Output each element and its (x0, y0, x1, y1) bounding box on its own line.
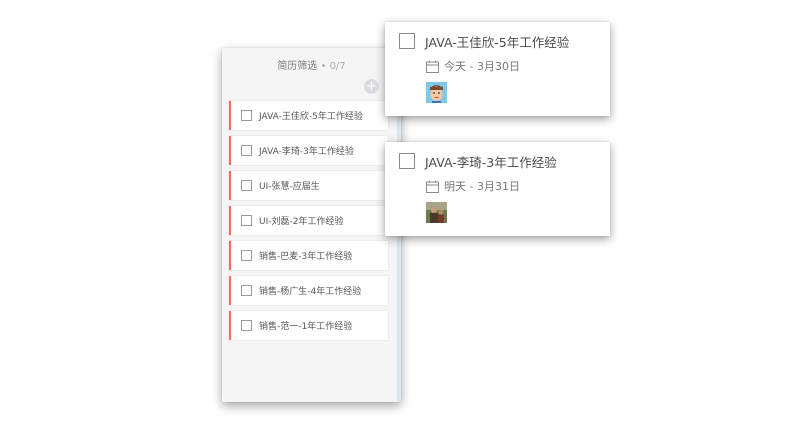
add-task-button[interactable]: + (364, 79, 379, 94)
task-list: JAVA-王佳欣-5年工作经验 JAVA-李琦-3年工作经验 UI-张慧-应届生… (229, 101, 388, 346)
task-checkbox[interactable] (241, 145, 252, 156)
calendar-icon (426, 180, 439, 193)
task-checkbox[interactable] (241, 215, 252, 226)
due-date: 今天 - 3月30日 (426, 58, 520, 74)
plus-icon: + (366, 79, 377, 94)
task-title: JAVA-王佳欣-5年工作经验 (425, 35, 570, 50)
column-count: • 0/7 (317, 61, 346, 72)
task-title: UI-刘磊-2年工作经验 (259, 217, 344, 227)
task-title: JAVA-李琦-3年工作经验 (425, 155, 557, 170)
task-card[interactable]: 销售-巴麦-3年工作经验 (229, 241, 388, 270)
task-card[interactable]: UI-张慧-应届生 (229, 171, 388, 200)
task-card[interactable]: 销售-范一-1年工作经验 (229, 311, 388, 340)
due-date-label: 今天 - 3月30日 (444, 60, 520, 73)
task-card[interactable]: JAVA-李琦-3年工作经验 (229, 136, 388, 165)
calendar-icon (426, 60, 439, 73)
column-title: 简历筛选 (277, 61, 318, 72)
task-title: 销售-杨广生-4年工作经验 (259, 287, 362, 297)
task-title: 销售-巴麦-3年工作经验 (259, 252, 353, 262)
task-title: 销售-范一-1年工作经验 (259, 322, 353, 332)
task-column: 简历筛选 • 0/7 + JAVA-王佳欣-5年工作经验 JAVA-李琦-3年工… (222, 48, 401, 402)
task-detail-card[interactable]: JAVA-李琦-3年工作经验 明天 - 3月31日 (385, 142, 610, 236)
task-title: JAVA-王佳欣-5年工作经验 (259, 112, 363, 122)
task-checkbox[interactable] (399, 153, 415, 169)
due-date-label: 明天 - 3月31日 (444, 180, 520, 193)
task-checkbox[interactable] (399, 33, 415, 49)
task-checkbox[interactable] (241, 180, 252, 191)
task-title: JAVA-李琦-3年工作经验 (259, 147, 354, 157)
avatar-photo-icon[interactable] (426, 202, 447, 223)
task-title: UI-张慧-应届生 (259, 182, 320, 192)
task-checkbox[interactable] (241, 250, 252, 261)
task-checkbox[interactable] (241, 110, 252, 121)
task-card[interactable]: 销售-杨广生-4年工作经验 (229, 276, 388, 305)
column-scrollbar[interactable] (397, 78, 401, 402)
task-checkbox[interactable] (241, 285, 252, 296)
due-date: 明天 - 3月31日 (426, 178, 520, 194)
task-checkbox[interactable] (241, 320, 252, 331)
task-card[interactable]: JAVA-王佳欣-5年工作经验 (229, 101, 388, 130)
avatar-man-cartoon-icon[interactable] (426, 82, 447, 103)
task-detail-card[interactable]: JAVA-王佳欣-5年工作经验 今天 - 3月30日 (385, 22, 610, 116)
task-card[interactable]: UI-刘磊-2年工作经验 (229, 206, 388, 235)
